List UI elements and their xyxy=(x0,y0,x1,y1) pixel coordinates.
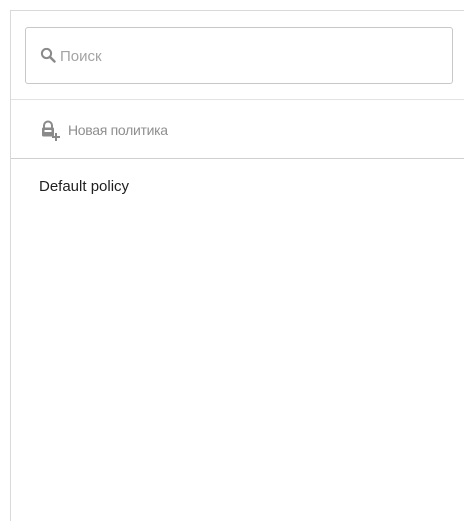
search-box[interactable] xyxy=(25,27,453,84)
search-icon xyxy=(40,47,56,63)
toolbar: Новая политика xyxy=(11,100,464,158)
new-policy-label: Новая политика xyxy=(68,122,168,138)
policy-list: Default policy xyxy=(11,159,464,521)
new-policy-icon xyxy=(42,120,60,141)
policies-panel: Новая политика Default policy xyxy=(10,10,464,521)
search-input[interactable] xyxy=(60,40,440,72)
new-policy-button[interactable]: Новая политика xyxy=(39,118,168,142)
policy-item-label: Default policy xyxy=(39,178,130,195)
list-item[interactable]: Default policy xyxy=(11,173,464,203)
